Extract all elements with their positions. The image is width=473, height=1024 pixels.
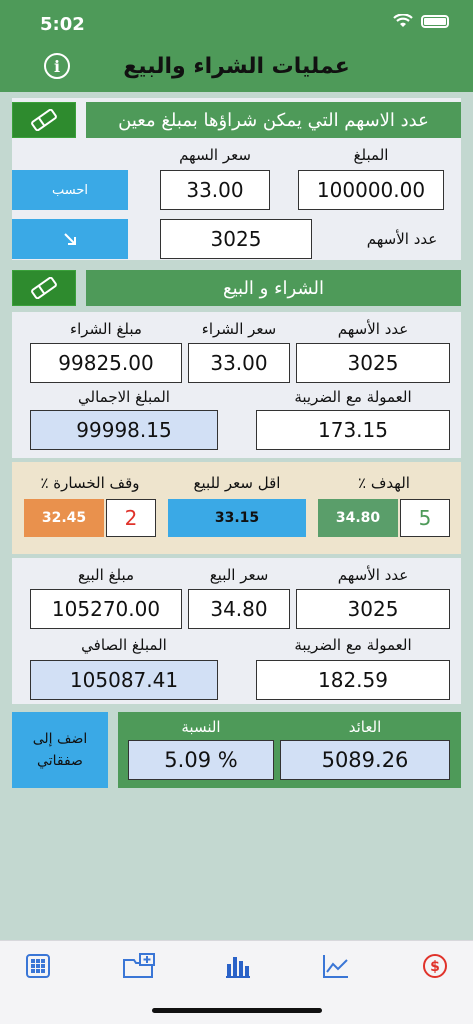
- sell-shares-label: عدد الأسهم: [337, 566, 409, 584]
- ratio-label: النسبة: [181, 718, 221, 736]
- min-sell-label: اقل سعر للبيع: [193, 474, 281, 492]
- sell-amount-label: مبلغ البيع: [77, 566, 135, 584]
- dollar-icon[interactable]: $: [421, 952, 449, 980]
- sell-net-label: المبلغ الصافي: [81, 636, 167, 654]
- share-price-input[interactable]: 33.00: [160, 170, 270, 210]
- sell-commission-label: العمولة مع الضريبة: [294, 636, 412, 654]
- line-chart-icon[interactable]: [322, 952, 350, 980]
- buy-shares-label: عدد الأسهم: [337, 320, 409, 338]
- trade-clear-button[interactable]: [12, 270, 76, 306]
- buy-price-input[interactable]: 33.00: [188, 343, 290, 383]
- buy-amount-label: مبلغ الشراء: [70, 320, 142, 338]
- return-label: العائد: [348, 718, 382, 736]
- add-to-deals-button[interactable]: اضف إلى صفقاتي: [12, 712, 108, 788]
- buy-total-field: 99998.15: [30, 410, 218, 450]
- arrow-down-right-icon: [64, 233, 76, 245]
- add-folder-icon[interactable]: [122, 952, 156, 980]
- home-indicator: [152, 1008, 322, 1013]
- sell-amount-field: 105270.00: [30, 589, 182, 629]
- sell-price-label: سعر البيع: [209, 566, 269, 584]
- svg-text:$: $: [430, 959, 440, 975]
- bar-chart-icon[interactable]: [224, 952, 252, 980]
- wifi-icon: [393, 14, 413, 27]
- trade-bar-title: الشراء و البيع: [86, 270, 461, 306]
- amount-input[interactable]: 100000.00: [298, 170, 444, 210]
- buy-total-label: المبلغ الاجمالي: [78, 388, 170, 406]
- shares-count-label: عدد الأسهم: [366, 230, 438, 248]
- stop-loss-label: وقف الخسارة ٪: [40, 474, 140, 492]
- calculator-icon[interactable]: [24, 952, 52, 980]
- buy-price-label: سعر الشراء: [201, 320, 277, 338]
- target-price-value: 34.80: [318, 499, 398, 537]
- buy-shares-input[interactable]: 3025: [296, 343, 450, 383]
- transfer-shares-button[interactable]: [12, 219, 128, 259]
- calc-clear-button[interactable]: [12, 102, 76, 138]
- sell-shares-input[interactable]: 3025: [296, 589, 450, 629]
- eraser-icon: [31, 277, 57, 299]
- ratio-value: 5.09 %: [128, 740, 274, 780]
- status-icons: [393, 14, 449, 28]
- return-value: 5089.26: [280, 740, 450, 780]
- calculate-button[interactable]: احسب: [12, 170, 128, 210]
- sell-price-input[interactable]: 34.80: [188, 589, 290, 629]
- target-percent-label: الهدف ٪: [358, 474, 410, 492]
- min-sell-price-value: 33.15: [168, 499, 306, 537]
- stop-loss-price-value: 32.45: [24, 499, 104, 537]
- sell-net-field: 105087.41: [30, 660, 218, 700]
- buy-commission-field: 173.15: [256, 410, 450, 450]
- calc-bar-title: عدد الاسهم التي يمكن شراؤها بمبلغ معين: [86, 102, 461, 138]
- battery-icon: [421, 14, 449, 28]
- page-title: عمليات الشراء والبيع: [123, 54, 350, 79]
- status-time: 5:02: [40, 14, 85, 35]
- buy-amount-field: 99825.00: [30, 343, 182, 383]
- sell-commission-field: 182.59: [256, 660, 450, 700]
- amount-label: المبلغ: [353, 146, 389, 164]
- eraser-icon: [31, 109, 57, 131]
- target-percent-input[interactable]: 5: [400, 499, 450, 537]
- stop-loss-percent-input[interactable]: 2: [106, 499, 156, 537]
- buy-commission-label: العمولة مع الضريبة: [294, 388, 412, 406]
- shares-count-input[interactable]: 3025: [160, 219, 312, 259]
- price-label: سعر السهم: [179, 146, 251, 164]
